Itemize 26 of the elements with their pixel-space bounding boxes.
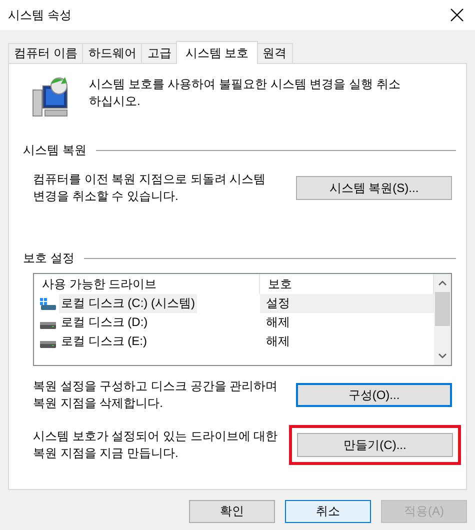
configure-button[interactable]: 구성(O)... [296, 383, 452, 407]
tab[interactable]: 컴퓨터 이름 [8, 43, 84, 63]
protection-status: 해제 [265, 333, 291, 350]
dialog-button[interactable]: 확인 [189, 500, 275, 523]
drive-name[interactable]: 로컬 디스크 (D:) [59, 313, 150, 332]
system-drive-icon [40, 298, 56, 310]
section-heading: 보호 설정 [23, 250, 74, 267]
dialog-button[interactable]: 취소 [285, 500, 371, 523]
protection-status: 설정 [260, 294, 434, 313]
scroll-down-icon[interactable] [438, 353, 447, 359]
drive-name[interactable]: 로컬 디스크 (E:) [59, 332, 149, 351]
tab[interactable]: 시스템 보호 [176, 41, 258, 64]
scrollbar[interactable] [434, 274, 451, 365]
window-title: 시스템 속성 [8, 6, 72, 24]
intro-text: 시스템 보호를 사용하여 불필요한 시스템 변경을 실행 취소하십시오. [89, 76, 402, 110]
scroll-up-icon[interactable] [438, 280, 447, 286]
create-button[interactable]: 만들기(C)... [297, 433, 453, 457]
tab[interactable]: 원격 [256, 43, 293, 63]
protection-status: 해제 [265, 314, 291, 331]
section-heading: 시스템 복원 [23, 142, 86, 159]
scroll-thumb[interactable] [435, 292, 450, 326]
configure-description: 복원 설정을 구성하고 디스크 공간을 관리하며 복원 지점을 삭제합니다. [33, 378, 279, 412]
drive-name[interactable]: 로컬 디스크 (C:) (시스템) [59, 294, 197, 313]
create-description: 시스템 보호가 설정되어 있는 드라이브에 대한 복원 지점을 지금 만듭니다. [33, 428, 279, 462]
system-restore-button[interactable]: 시스템 복원(S)... [296, 176, 452, 200]
restore-description: 컴퓨터를 이전 복원 지점으로 되돌려 시스템 변경을 취소할 수 있습니다. [33, 171, 267, 205]
